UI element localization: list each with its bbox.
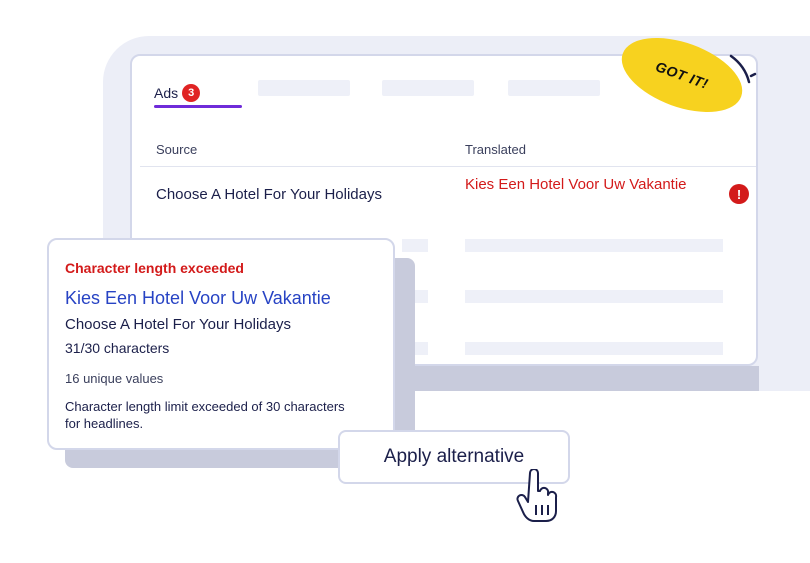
header-divider [140,166,756,167]
character-limit-popup: Character length exceeded Kies Een Hotel… [47,238,395,450]
placeholder-row [465,290,723,303]
column-header-translated: Translated [465,142,526,157]
tab-placeholder[interactable] [508,80,600,96]
tab-placeholder[interactable] [382,80,474,96]
row-source-text: Choose A Hotel For Your Holidays [156,186,382,203]
popup-source-text: Choose A Hotel For Your Holidays [65,316,291,333]
card-shadow [395,366,759,391]
limit-description: Character length limit exceeded of 30 ch… [65,399,345,431]
tab-ads[interactable]: Ads 3 [154,80,201,106]
exclamation-icon[interactable]: ! [729,184,749,204]
row-translated-text[interactable]: Kies Een Hotel Voor Uw Vakantie [465,174,695,195]
placeholder-row [465,342,723,355]
tab-placeholder[interactable] [258,80,350,96]
placeholder-row [465,239,723,252]
popup-translated-text: Kies Een Hotel Voor Uw Vakantie [65,288,331,308]
character-count: 31/30 characters [65,340,170,356]
placeholder-row [402,239,428,252]
column-header-source: Source [156,142,198,157]
ads-count-badge: 3 [182,84,201,102]
hand-pointer-icon [516,469,558,522]
error-title: Character length exceeded [65,260,244,276]
motion-lines-icon [729,54,757,84]
unique-values: 16 unique values [65,371,164,386]
active-tab-indicator [154,105,242,108]
tab-ads-label: Ads [154,85,179,101]
